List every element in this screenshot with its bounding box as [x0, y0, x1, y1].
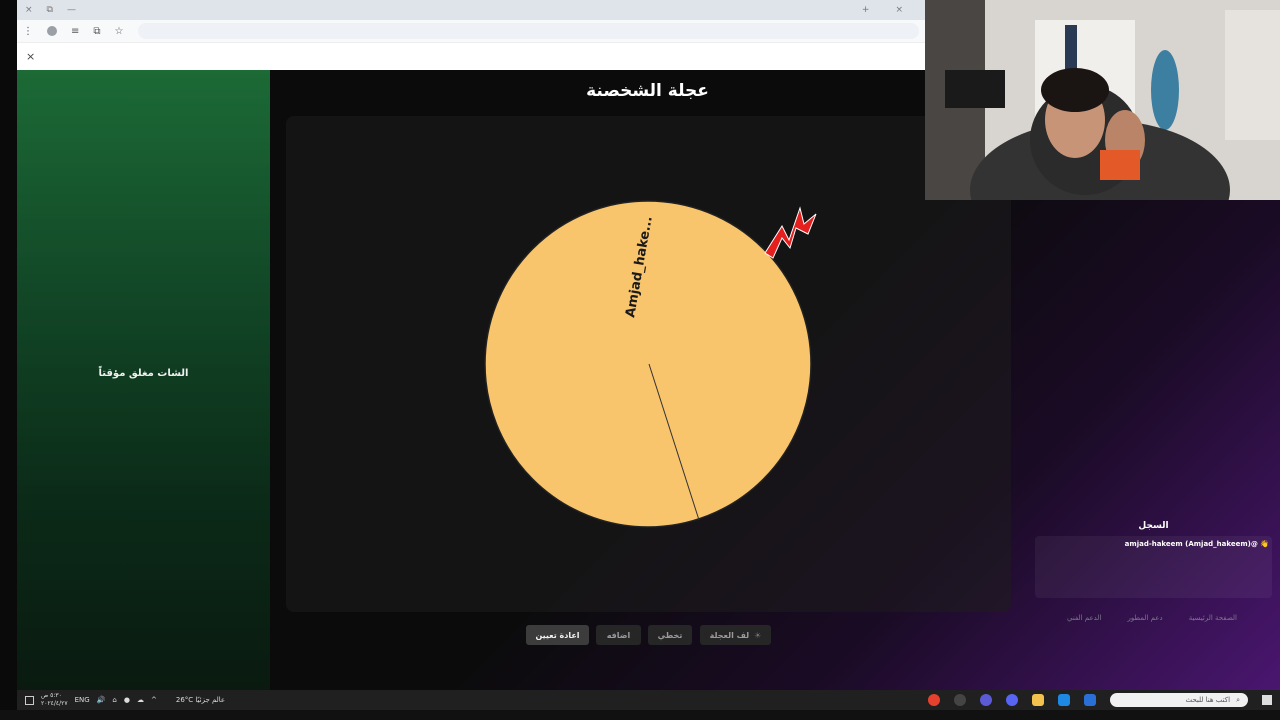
chrome-icon[interactable]: [928, 694, 940, 706]
close-window-icon[interactable]: ×: [895, 5, 903, 15]
footer-links: الدعم الفني دعم المطور الصفحة الرئيسية: [1067, 614, 1237, 622]
tab-group-icon[interactable]: ⧉: [47, 5, 53, 15]
bottom-strip: [0, 710, 1280, 720]
taskbar-apps: اكتب هنا للبحث ⌕: [928, 693, 1280, 707]
menu-icon[interactable]: ⋮: [23, 26, 33, 37]
browser-window: × ⧉ — + × ⋮ ≡ ⧉ ☆ ×: [17, 0, 925, 70]
chat-closed-message: الشات مغلق مؤقتاً: [98, 368, 189, 379]
wheel-pointer-icon: [764, 206, 817, 259]
search-placeholder: اكتب هنا للبحث: [1185, 696, 1231, 704]
tune-icon[interactable]: ≡: [71, 26, 79, 37]
network-icon[interactable]: ⌂: [112, 696, 116, 704]
webcam-feed: [925, 0, 1280, 200]
browser-toolbar: ⋮ ≡ ⧉ ☆: [17, 20, 925, 42]
info-bar: ×: [17, 42, 925, 70]
windows-start-icon[interactable]: [1262, 695, 1272, 705]
webcam-image: [925, 0, 1280, 200]
screen: × ⧉ — + × ⋮ ≡ ⧉ ☆ × الشات مغلق مؤقتاً عج…: [0, 0, 1280, 720]
mic-icon[interactable]: ●: [124, 696, 130, 704]
chat-panel: الشات مغلق مؤقتاً: [17, 70, 270, 690]
tab-divider-icon: —: [66, 5, 76, 15]
site-info-icon[interactable]: [47, 26, 57, 36]
sun-icon: ☀: [754, 630, 762, 640]
spin-button[interactable]: لف العجلة ☀: [700, 625, 771, 645]
clock-date: ٢٠٢٤/٤/٢٧: [41, 700, 68, 707]
clock[interactable]: ٥:٣٠ ص ٢٠٢٤/٤/٢٧: [41, 692, 68, 708]
taskbar-tray: ٥:٣٠ ص ٢٠٢٤/٤/٢٧ ENG 🔊 ⌂ ● ☁ ^ 26°C عالم…: [17, 692, 225, 708]
tray-expand-icon[interactable]: ^: [151, 696, 157, 704]
taskbar-search[interactable]: اكتب هنا للبحث ⌕: [1110, 693, 1248, 707]
language-indicator[interactable]: ENG: [75, 696, 90, 704]
support-link[interactable]: الدعم الفني: [1067, 614, 1101, 622]
close-tab-icon[interactable]: ×: [25, 5, 33, 15]
infobar-close-icon[interactable]: ×: [26, 50, 35, 63]
volume-icon[interactable]: 🔊: [97, 696, 106, 704]
add-button[interactable]: اضافه: [596, 625, 641, 645]
reset-button[interactable]: اعادة تعيين: [526, 625, 589, 645]
taskbar: ٥:٣٠ ص ٢٠٢٤/٤/٢٧ ENG 🔊 ⌂ ● ☁ ^ 26°C عالم…: [17, 690, 1280, 710]
new-tab-icon[interactable]: +: [862, 5, 870, 15]
page-title: عجلة الشخصنة: [586, 81, 709, 101]
store-icon[interactable]: [1084, 694, 1096, 706]
developer-support-link[interactable]: دعم المطور: [1128, 614, 1163, 622]
discord-icon[interactable]: [1006, 694, 1018, 706]
tab-strip: × ⧉ — + ×: [17, 0, 925, 20]
log-entry: amjad-hakeem (Amjad_hakeem)@ 👋: [1124, 540, 1269, 548]
spin-label: لف العجلة: [709, 630, 750, 640]
clock-time: ٥:٣٠ ص: [41, 692, 62, 699]
chrome-profile-icon[interactable]: [980, 694, 992, 706]
extensions-icon[interactable]: ⧉: [93, 26, 100, 37]
weather-widget[interactable]: 26°C عالم جزئيًا: [176, 696, 225, 704]
file-explorer-icon[interactable]: [1032, 694, 1044, 706]
spin-wheel[interactable]: Amjad_hake...: [482, 198, 832, 538]
search-icon: ⌕: [1236, 695, 1240, 704]
bookmark-icon[interactable]: ☆: [115, 26, 124, 37]
obs-icon[interactable]: [954, 694, 966, 706]
skip-button[interactable]: تخطي: [648, 625, 692, 645]
log-title: السجل: [1138, 521, 1169, 531]
home-link[interactable]: الصفحة الرئيسية: [1189, 614, 1237, 622]
edge-icon[interactable]: [1058, 694, 1070, 706]
cloud-icon[interactable]: ☁: [137, 696, 144, 704]
address-bar[interactable]: [137, 23, 919, 39]
notifications-icon[interactable]: [25, 695, 34, 705]
